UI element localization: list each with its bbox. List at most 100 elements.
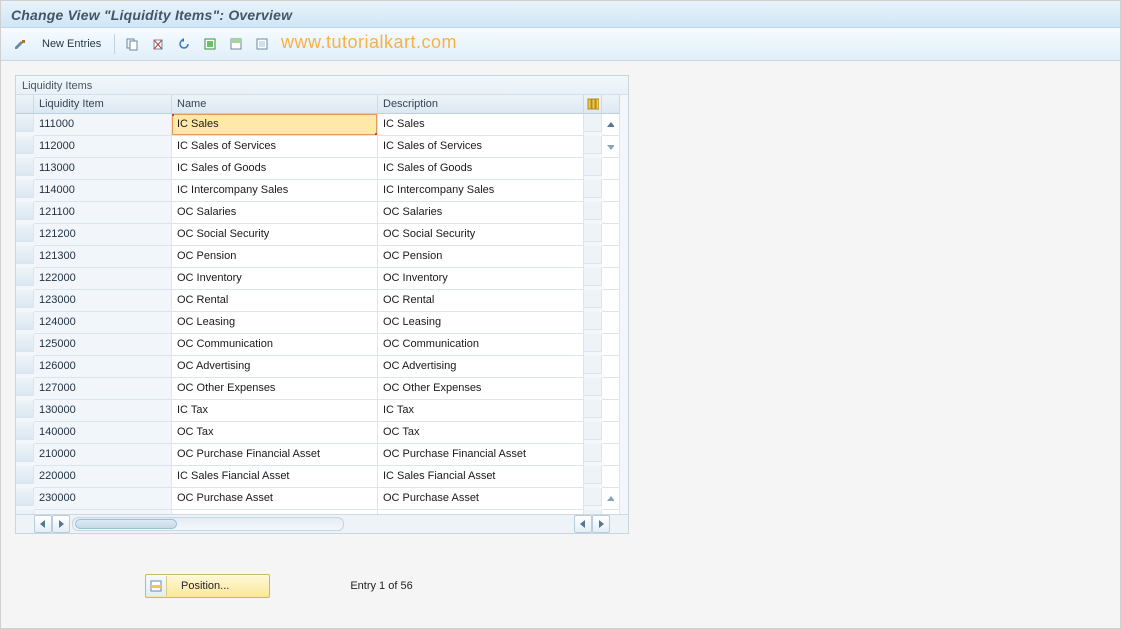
hscroll-track[interactable] xyxy=(72,517,344,531)
scroll-right-icon[interactable] xyxy=(592,515,610,533)
cell-liquidity-item[interactable]: 121300 xyxy=(34,246,172,268)
cell-description[interactable]: OC Communication xyxy=(378,334,584,356)
cell-name[interactable]: OC Rental xyxy=(172,290,378,312)
cell-liquidity-item[interactable]: 111000 xyxy=(34,114,172,136)
table-row[interactable]: 123000OC RentalOC Rental xyxy=(16,290,628,312)
cell-liquidity-item[interactable]: 123000 xyxy=(34,290,172,312)
table-row[interactable]: 220000IC Sales Fiancial AssetIC Sales Fi… xyxy=(16,466,628,488)
row-selector[interactable] xyxy=(16,378,34,396)
copy-as-icon[interactable] xyxy=(121,33,143,55)
select-block-icon[interactable] xyxy=(225,33,247,55)
row-selector[interactable] xyxy=(16,400,34,418)
deselect-all-icon[interactable] xyxy=(251,33,273,55)
row-selector[interactable] xyxy=(16,136,34,154)
table-row[interactable]: 125000OC CommunicationOC Communication xyxy=(16,334,628,356)
row-selector[interactable] xyxy=(16,312,34,330)
table-row[interactable]: 140000OC TaxOC Tax xyxy=(16,422,628,444)
row-selector[interactable] xyxy=(16,488,34,506)
table-row[interactable]: 130000IC TaxIC Tax xyxy=(16,400,628,422)
cell-name[interactable]: OC Other Expenses xyxy=(172,378,378,400)
row-selector[interactable] xyxy=(16,180,34,198)
cell-description[interactable]: IC Tax xyxy=(378,400,584,422)
cell-description[interactable]: IC Sales of Services xyxy=(378,136,584,158)
cell-description[interactable]: OC Tax xyxy=(378,422,584,444)
row-selector[interactable] xyxy=(16,444,34,462)
table-row[interactable]: 210000OC Purchase Financial AssetOC Purc… xyxy=(16,444,628,466)
cell-description[interactable]: OC Purchase Asset xyxy=(378,488,584,510)
cell-description[interactable]: IC Sales Fiancial Asset xyxy=(378,466,584,488)
cell-name[interactable]: OC Pension xyxy=(172,246,378,268)
cell-liquidity-item[interactable]: 122000 xyxy=(34,268,172,290)
cell-liquidity-item[interactable]: 140000 xyxy=(34,422,172,444)
cell-name[interactable]: OC Inventory xyxy=(172,268,378,290)
row-selector[interactable] xyxy=(16,202,34,220)
cell-liquidity-item[interactable]: 126000 xyxy=(34,356,172,378)
row-selector[interactable] xyxy=(16,158,34,176)
cell-liquidity-item[interactable]: 112000 xyxy=(34,136,172,158)
table-row[interactable]: 121200OC Social SecurityOC Social Securi… xyxy=(16,224,628,246)
cell-name[interactable]: OC Leasing xyxy=(172,312,378,334)
col-header-name[interactable]: Name xyxy=(172,95,378,114)
cell-liquidity-item[interactable]: 113000 xyxy=(34,158,172,180)
cell-name[interactable]: IC Sales xyxy=(172,114,378,136)
select-all-icon[interactable] xyxy=(199,33,221,55)
row-selector[interactable] xyxy=(16,466,34,484)
table-row[interactable]: 126000OC AdvertisingOC Advertising xyxy=(16,356,628,378)
row-selector[interactable] xyxy=(16,290,34,308)
row-selector[interactable] xyxy=(16,246,34,264)
cell-description[interactable]: OC Pension xyxy=(378,246,584,268)
table-row[interactable]: 111000IC SalesIC Sales xyxy=(16,114,628,136)
cell-liquidity-item[interactable]: 121200 xyxy=(34,224,172,246)
cell-description[interactable]: OC Leasing xyxy=(378,312,584,334)
cell-liquidity-item[interactable]: 121100 xyxy=(34,202,172,224)
cell-description[interactable]: OC Advertising xyxy=(378,356,584,378)
table-row[interactable]: 113000IC Sales of GoodsIC Sales of Goods xyxy=(16,158,628,180)
vscroll-cell[interactable] xyxy=(602,488,620,510)
cell-description[interactable]: OC Inventory xyxy=(378,268,584,290)
scroll-left2-icon[interactable] xyxy=(574,515,592,533)
undo-change-icon[interactable] xyxy=(173,33,195,55)
cell-name[interactable]: IC Sales of Goods xyxy=(172,158,378,180)
cell-name[interactable]: OC Tax xyxy=(172,422,378,444)
scroll-right-step-icon[interactable] xyxy=(52,515,70,533)
cell-name[interactable]: OC Purchase Financial Asset xyxy=(172,444,378,466)
cell-description[interactable]: IC Sales xyxy=(378,114,584,136)
toggle-display-change-icon[interactable] xyxy=(9,33,31,55)
cell-name[interactable]: OC Social Security xyxy=(172,224,378,246)
cell-liquidity-item[interactable]: 230000 xyxy=(34,488,172,510)
cell-name[interactable]: OC Communication xyxy=(172,334,378,356)
row-selector[interactable] xyxy=(16,268,34,286)
table-row[interactable]: 127000OC Other ExpensesOC Other Expenses xyxy=(16,378,628,400)
cell-liquidity-item[interactable]: 124000 xyxy=(34,312,172,334)
cell-description[interactable]: IC Sales of Goods xyxy=(378,158,584,180)
cell-name[interactable]: OC Salaries xyxy=(172,202,378,224)
configure-columns-icon[interactable] xyxy=(584,95,602,114)
position-button[interactable]: Position... xyxy=(145,574,270,598)
cell-name[interactable]: OC Purchase Asset xyxy=(172,488,378,510)
table-row[interactable]: 122000OC InventoryOC Inventory xyxy=(16,268,628,290)
row-selector[interactable] xyxy=(16,356,34,374)
cell-liquidity-item[interactable]: 220000 xyxy=(34,466,172,488)
delete-icon[interactable] xyxy=(147,33,169,55)
cell-name[interactable]: IC Sales Fiancial Asset xyxy=(172,466,378,488)
cell-name[interactable]: IC Sales of Services xyxy=(172,136,378,158)
hscroll-thumb[interactable] xyxy=(75,519,177,529)
vscroll-cell[interactable] xyxy=(602,136,620,158)
cell-description[interactable]: OC Other Expenses xyxy=(378,378,584,400)
table-row[interactable]: 114000IC Intercompany SalesIC Intercompa… xyxy=(16,180,628,202)
new-entries-button[interactable]: New Entries xyxy=(35,33,108,55)
row-selector[interactable] xyxy=(16,334,34,352)
vscroll-cell[interactable] xyxy=(602,114,620,136)
row-selector[interactable] xyxy=(16,422,34,440)
scroll-left-icon[interactable] xyxy=(34,515,52,533)
table-row[interactable]: 121300OC PensionOC Pension xyxy=(16,246,628,268)
cell-description[interactable]: OC Rental xyxy=(378,290,584,312)
cell-name[interactable]: IC Intercompany Sales xyxy=(172,180,378,202)
cell-liquidity-item[interactable]: 125000 xyxy=(34,334,172,356)
cell-description[interactable]: OC Social Security xyxy=(378,224,584,246)
row-selector[interactable] xyxy=(16,224,34,242)
col-header-description[interactable]: Description xyxy=(378,95,584,114)
cell-description[interactable]: OC Salaries xyxy=(378,202,584,224)
cell-description[interactable]: IC Intercompany Sales xyxy=(378,180,584,202)
horizontal-scrollbar[interactable] xyxy=(16,514,628,533)
